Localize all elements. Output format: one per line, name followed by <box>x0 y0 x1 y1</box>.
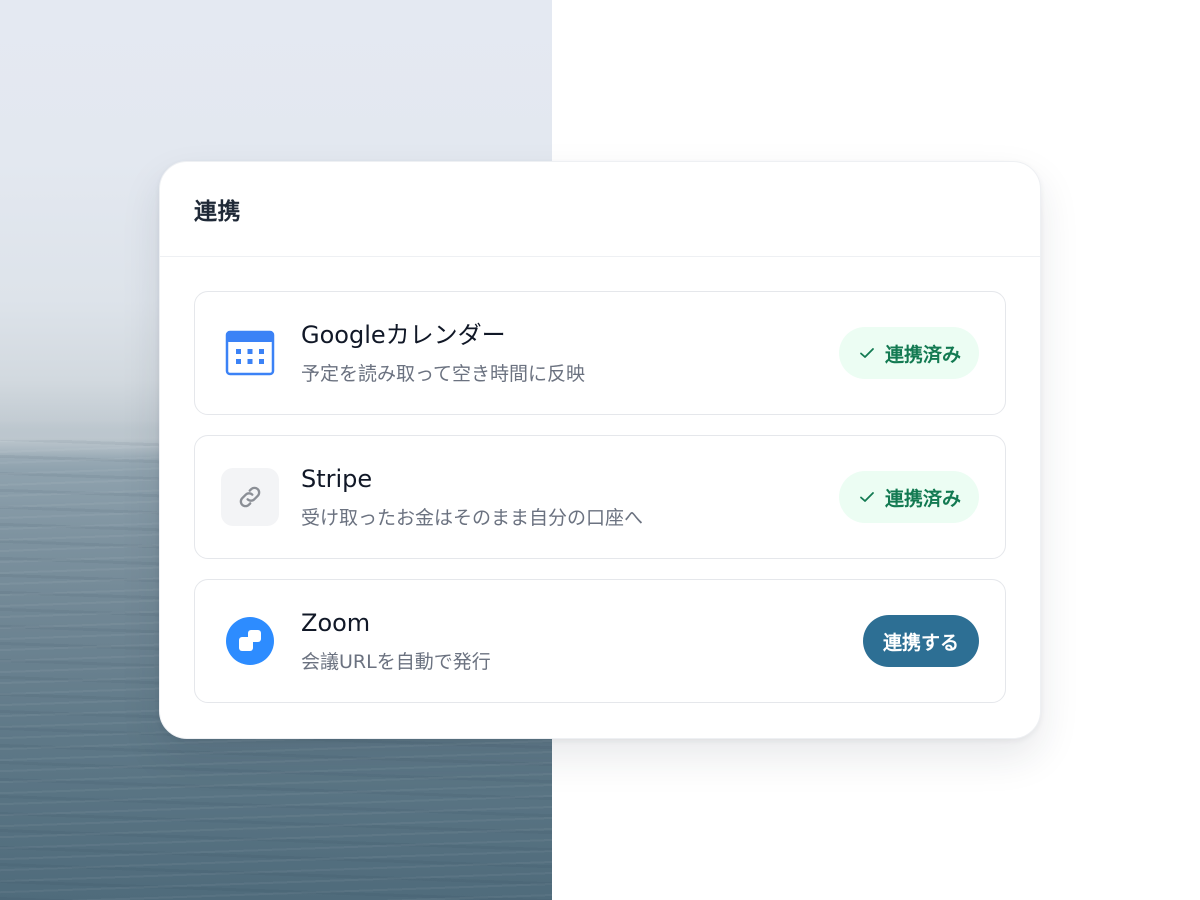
card-header: 連携 <box>160 162 1040 257</box>
status-label: 連携済み <box>884 487 961 510</box>
integration-item-zoom: Zoom 会議URLを自動で発行 連携する <box>194 579 1006 703</box>
link-icon <box>221 468 279 526</box>
integration-name: Stripe <box>301 465 373 493</box>
integration-description: 受け取ったお金はそのまま自分の口座へ <box>301 507 644 529</box>
integration-description: 会議URLを自動で発行 <box>301 651 491 673</box>
integration-item-stripe: Stripe 受け取ったお金はそのまま自分の口座へ 連携済み <box>194 435 1006 559</box>
integration-description: 予定を読み取って空き時間に反映 <box>301 363 586 385</box>
integrations-card: 連携 Googleカレンダー 予定を読み取って空き時間に反映 連携済み Stri… <box>159 161 1041 739</box>
connect-button[interactable]: 連携する <box>862 615 979 667</box>
connected-status-badge: 連携済み <box>838 471 979 523</box>
calendar-icon <box>221 324 279 382</box>
integration-item-google-calendar: Googleカレンダー 予定を読み取って空き時間に反映 連携済み <box>194 291 1006 415</box>
connected-status-badge: 連携済み <box>838 327 979 379</box>
zoom-icon <box>221 612 279 670</box>
status-label: 連携済み <box>884 343 961 366</box>
integration-list: Googleカレンダー 予定を読み取って空き時間に反映 連携済み Stripe … <box>160 257 1040 703</box>
check-icon <box>860 492 874 502</box>
check-icon <box>860 348 874 358</box>
integration-name: Googleカレンダー <box>301 321 506 349</box>
integration-name: Zoom <box>301 609 371 637</box>
card-title: 連携 <box>194 199 241 225</box>
